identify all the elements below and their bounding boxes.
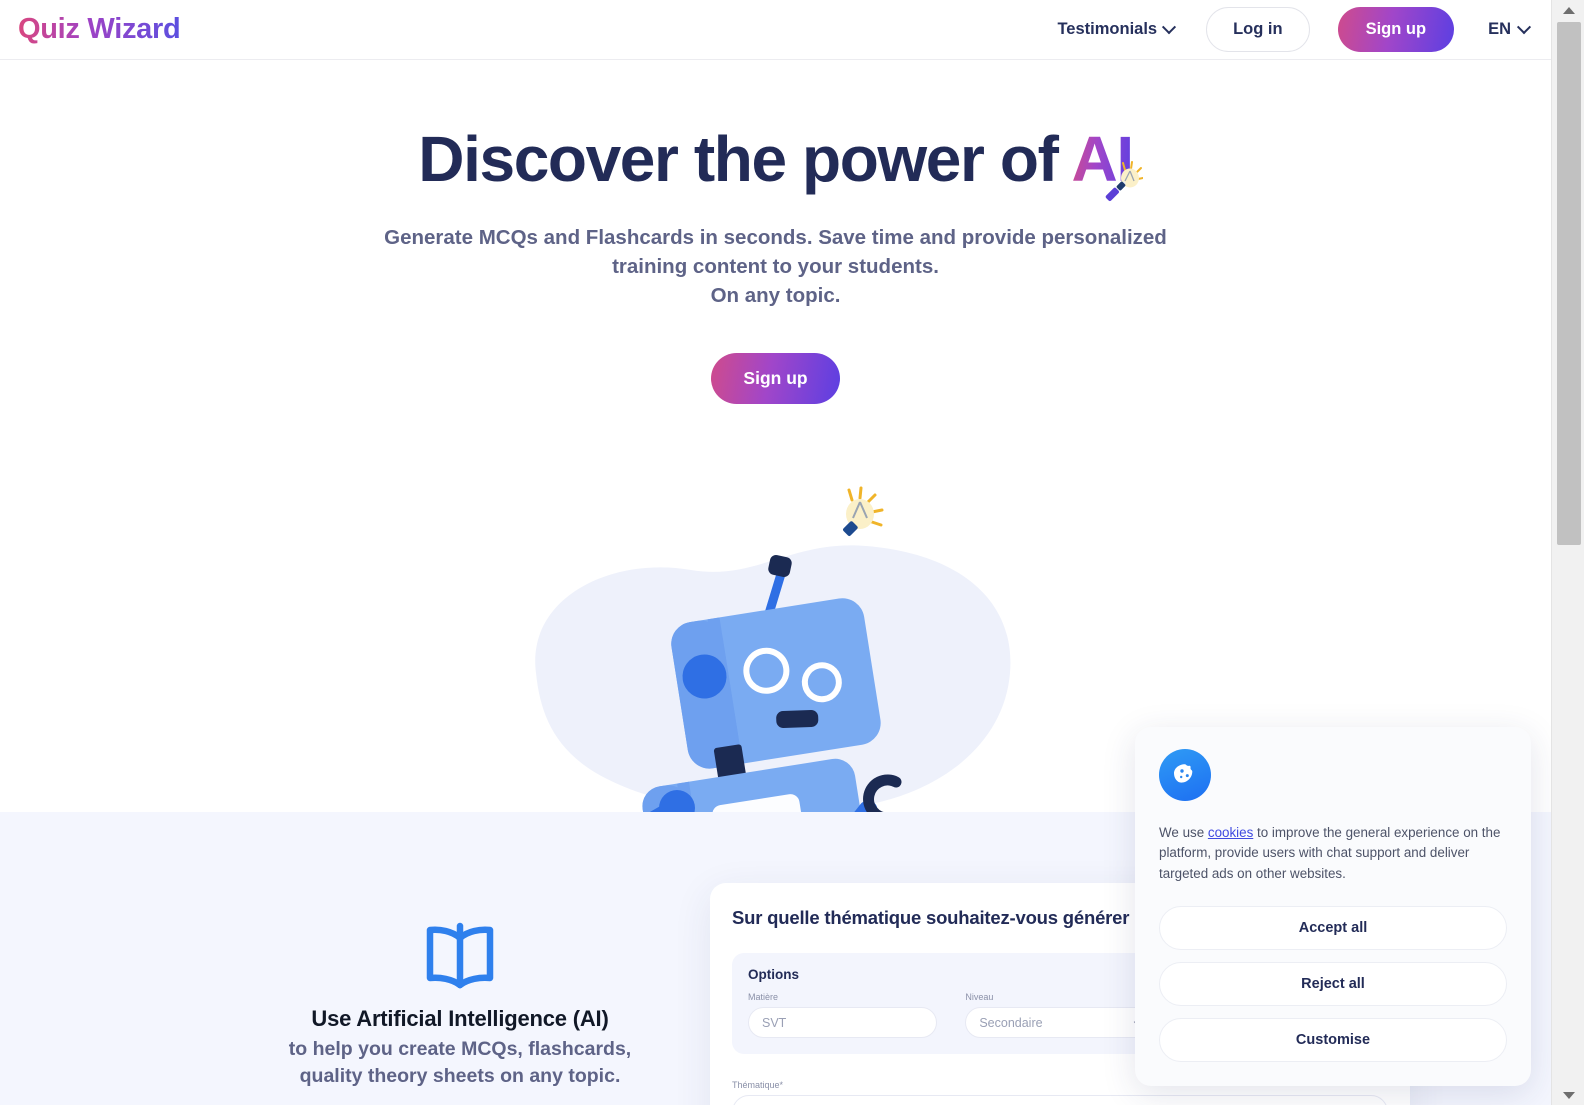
chevron-down-icon	[1516, 19, 1532, 34]
language-label: EN	[1488, 20, 1511, 38]
cookie-icon	[1159, 749, 1211, 801]
triangle-down-icon	[1562, 1091, 1575, 1099]
field-niveau: Niveau	[965, 992, 1155, 1038]
login-button[interactable]: Log in	[1206, 7, 1310, 52]
feature-description: to help you create MCQs, flashcards, qua…	[150, 1036, 770, 1090]
hero-subtitle-line2: training content to your students.	[612, 255, 939, 279]
accept-all-button[interactable]: Accept all	[1159, 906, 1507, 951]
customise-button[interactable]: Customise	[1159, 1018, 1507, 1063]
primary-nav: Testimonials Log in Sign up EN	[1047, 7, 1533, 52]
signup-button-hero[interactable]: Sign up	[711, 352, 840, 404]
field-niveau-label: Niveau	[965, 992, 994, 1002]
hero-subtitle-line1: Generate MCQs and Flashcards in seconds.…	[384, 226, 1167, 250]
reject-all-button[interactable]: Reject all	[1159, 962, 1507, 1007]
cookies-link[interactable]: cookies	[1208, 825, 1253, 840]
cookie-description: We use cookies to improve the general ex…	[1159, 823, 1507, 884]
page-scrollbar[interactable]	[1551, 0, 1584, 1105]
thematique-input[interactable]	[732, 1095, 1388, 1105]
triangle-up-icon	[1562, 6, 1575, 14]
hero-title-accent: AI	[1071, 123, 1135, 195]
open-book-icon	[426, 922, 494, 989]
hero-title-main: Discover the power of	[418, 123, 1072, 195]
brand-logo[interactable]: Quiz Wizard	[18, 13, 181, 46]
niveau-select-wrap	[965, 1007, 1155, 1038]
nav-item-testimonials[interactable]: Testimonials	[1047, 12, 1184, 47]
hero-subtitle-line3: On any topic.	[710, 284, 841, 308]
matiere-input[interactable]	[748, 1007, 938, 1038]
nav-testimonials-label: Testimonials	[1057, 20, 1158, 38]
signup-button-header[interactable]: Sign up	[1337, 7, 1455, 52]
field-matiere-label: Matière	[748, 992, 779, 1002]
cookie-actions: Accept all Reject all Customise	[1159, 906, 1507, 1063]
hero-subtitle: Generate MCQs and Flashcards in seconds.…	[366, 223, 1186, 310]
scroll-down-button[interactable]	[1552, 1085, 1584, 1105]
feature-card-ai: Use Artificial Intelligence (AI) to help…	[150, 922, 770, 1090]
page-viewport: Quiz Wizard Testimonials Log in Sign up …	[0, 0, 1551, 1105]
niveau-select[interactable]	[965, 1007, 1155, 1038]
site-header: Quiz Wizard Testimonials Log in Sign up …	[0, 0, 1551, 60]
feature-title: Use Artificial Intelligence (AI)	[311, 1006, 609, 1031]
scrollbar-thumb[interactable]	[1557, 22, 1581, 545]
hero-section: Discover the power of AI Generate MCQs a…	[0, 60, 1551, 945]
chevron-down-icon	[1162, 19, 1177, 34]
page-title: Discover the power of AI	[0, 123, 1551, 195]
language-selector[interactable]: EN	[1484, 12, 1533, 47]
robot-illustration	[516, 478, 1036, 945]
feature-desc-line1: to help you create MCQs, flashcards,	[288, 1038, 632, 1060]
scroll-up-button[interactable]	[1552, 0, 1584, 20]
cookie-consent-banner: We use cookies to improve the general ex…	[1135, 727, 1531, 1087]
field-matiere: Matière	[748, 992, 938, 1038]
cookie-text-before: We use	[1159, 825, 1208, 840]
feature-desc-line2: quality theory sheets on any topic.	[299, 1064, 621, 1087]
